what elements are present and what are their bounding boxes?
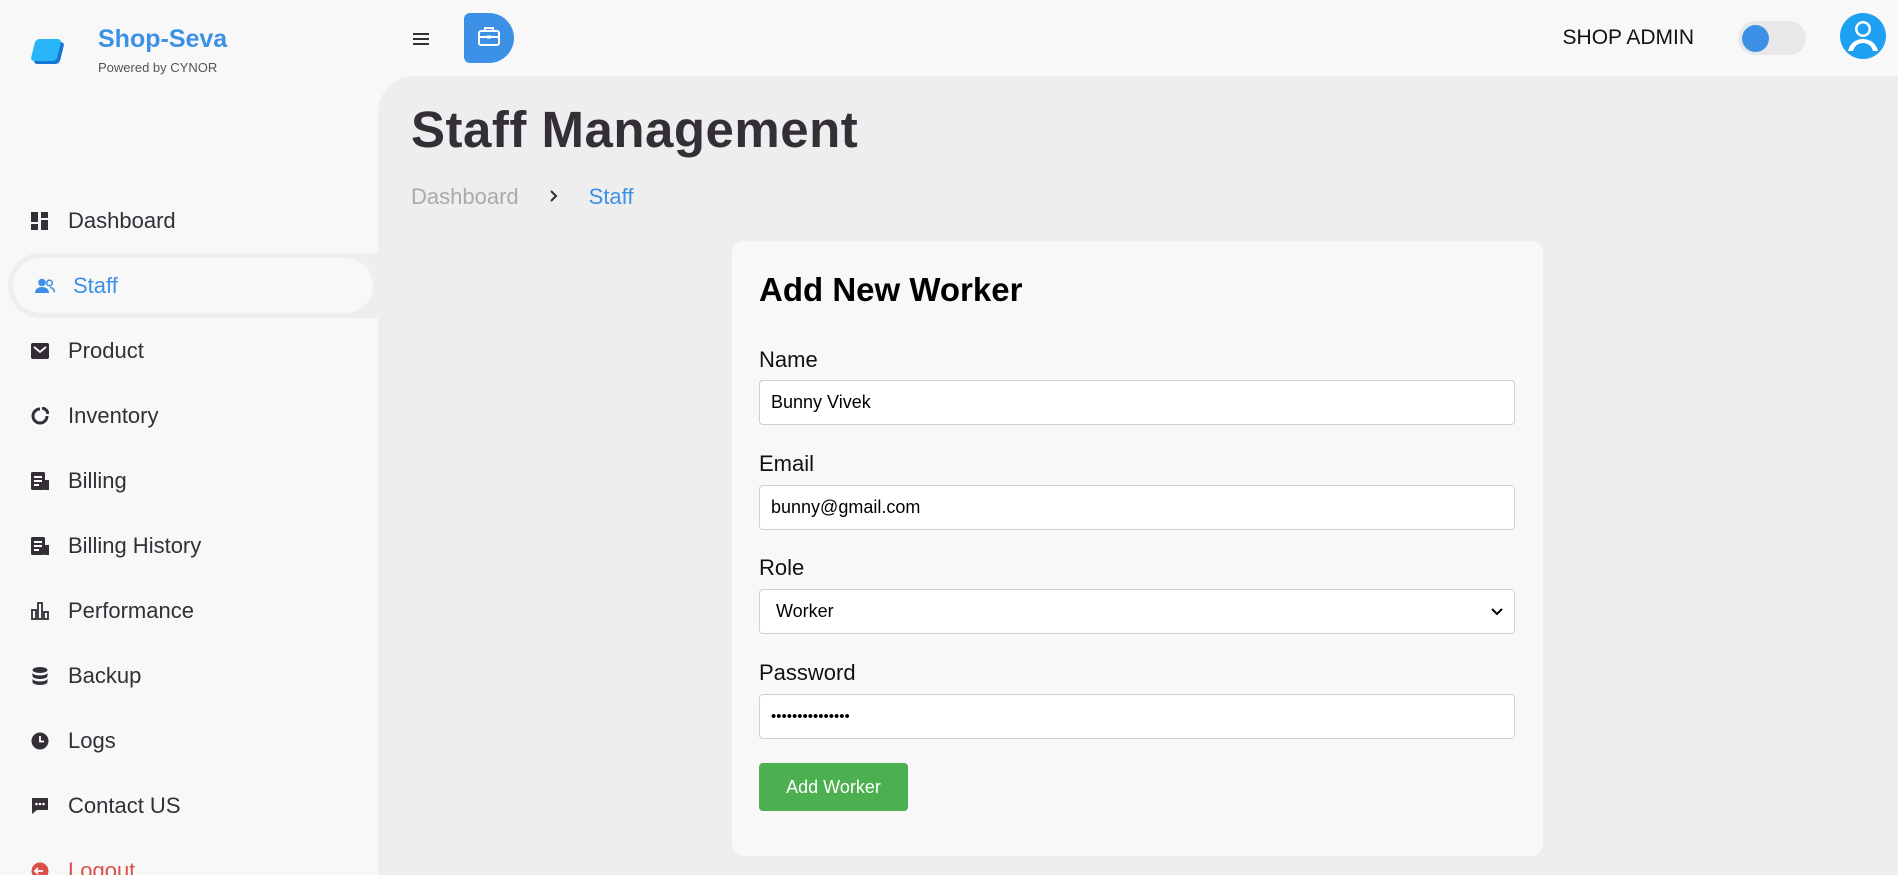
briefcase-icon bbox=[478, 26, 500, 51]
sidebar-item-label: Contact US bbox=[68, 792, 181, 818]
side-menu: Dashboard Staff Product Inventory Billin… bbox=[0, 188, 378, 875]
sidebar-item-label: Performance bbox=[68, 597, 194, 623]
sidebar: Shop-Seva Powered by CYNOR Dashboard Sta… bbox=[0, 0, 378, 875]
sidebar-item-billing[interactable]: Billing bbox=[0, 448, 378, 513]
logout-icon bbox=[30, 861, 50, 875]
sidebar-item-inventory[interactable]: Inventory bbox=[0, 383, 378, 448]
sidebar-item-label: Dashboard bbox=[68, 207, 176, 233]
sidebar-item-label: Backup bbox=[68, 662, 142, 688]
sidebar-item-logout[interactable]: Logout bbox=[0, 838, 378, 875]
breadcrumb: Dashboard Staff bbox=[411, 184, 634, 210]
brand-subtitle: Powered by CYNOR bbox=[98, 60, 218, 75]
sidebar-item-logs[interactable]: Logs bbox=[0, 708, 378, 773]
sidebar-item-label: Billing bbox=[68, 467, 127, 493]
top-nav: SHOP ADMIN bbox=[378, 0, 1898, 76]
sidebar-item-billing-history[interactable]: Billing History bbox=[0, 513, 378, 578]
role-label: Role bbox=[759, 555, 805, 580]
sidebar-item-staff[interactable]: Staff bbox=[8, 253, 378, 318]
brand-logo-icon bbox=[30, 36, 70, 76]
role-select-value: Worker bbox=[776, 601, 834, 621]
chevron-right-icon bbox=[549, 187, 559, 208]
email-field[interactable]: bunny@gmail.com bbox=[759, 485, 1515, 530]
pie-icon bbox=[30, 406, 50, 426]
bar-chart-icon bbox=[30, 601, 50, 621]
user-role-label: SHOP ADMIN bbox=[1562, 26, 1694, 49]
password-field[interactable]: ••••••••••••••• bbox=[759, 694, 1515, 739]
chevron-down-icon bbox=[1490, 602, 1504, 623]
people-icon bbox=[35, 276, 55, 296]
main-content: Staff Management Dashboard Staff Add New… bbox=[378, 76, 1898, 875]
menu-toggle-icon[interactable] bbox=[413, 26, 429, 52]
breadcrumb-current[interactable]: Staff bbox=[589, 184, 634, 210]
name-field[interactable]: Bunny Vivek bbox=[759, 380, 1515, 425]
toggle-knob bbox=[1742, 25, 1769, 52]
receipt-icon bbox=[30, 536, 50, 556]
user-icon bbox=[1840, 13, 1886, 59]
box-icon bbox=[30, 341, 50, 361]
sidebar-item-backup[interactable]: Backup bbox=[0, 643, 378, 708]
sidebar-item-label: Product bbox=[68, 337, 144, 363]
database-icon bbox=[30, 666, 50, 686]
sidebar-item-label: Staff bbox=[73, 272, 118, 298]
page-title: Staff Management bbox=[411, 101, 859, 158]
avatar[interactable] bbox=[1840, 13, 1886, 59]
breadcrumb-dashboard-link[interactable]: Dashboard bbox=[411, 184, 519, 210]
email-label: Email bbox=[759, 451, 815, 476]
brand[interactable]: Shop-Seva Powered by CYNOR bbox=[30, 22, 227, 82]
theme-toggle[interactable] bbox=[1738, 21, 1806, 55]
dashboard-icon bbox=[30, 211, 50, 231]
receipt-icon bbox=[30, 471, 50, 491]
sidebar-item-performance[interactable]: Performance bbox=[0, 578, 378, 643]
sidebar-item-label: Inventory bbox=[68, 402, 159, 428]
sidebar-item-label: Logout bbox=[68, 857, 136, 875]
form-title: Add New Worker bbox=[759, 271, 1023, 308]
brand-name: Shop-Seva bbox=[98, 25, 228, 53]
role-select[interactable]: Worker bbox=[759, 589, 1515, 634]
sidebar-item-dashboard[interactable]: Dashboard bbox=[0, 188, 378, 253]
clock-icon bbox=[30, 731, 50, 751]
name-label: Name bbox=[759, 347, 818, 372]
sidebar-item-label: Billing History bbox=[68, 532, 202, 558]
sidebar-item-product[interactable]: Product bbox=[0, 318, 378, 383]
sidebar-item-contact-us[interactable]: Contact US bbox=[0, 773, 378, 838]
message-icon bbox=[30, 796, 50, 816]
briefcase-button[interactable] bbox=[464, 13, 514, 63]
add-worker-button[interactable]: Add Worker bbox=[759, 763, 908, 811]
password-label: Password bbox=[759, 660, 856, 685]
add-worker-card: Add New Worker Name Bunny Vivek Email bu… bbox=[732, 241, 1543, 856]
sidebar-item-label: Logs bbox=[68, 727, 116, 753]
